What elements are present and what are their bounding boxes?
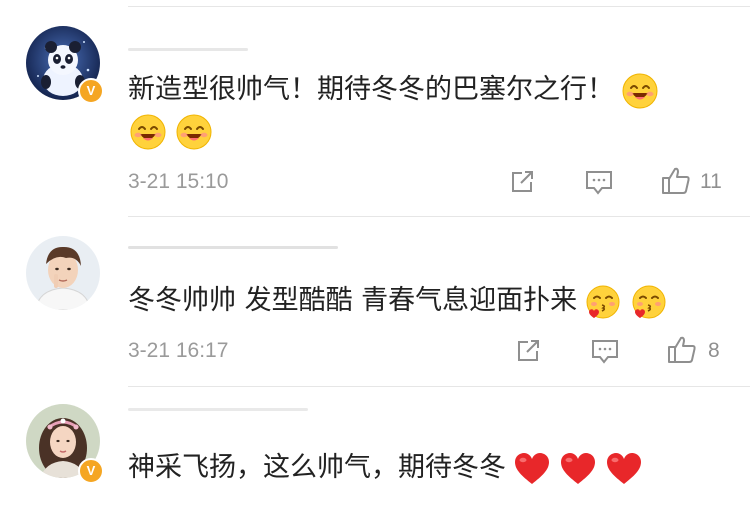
username-blurred[interactable] bbox=[128, 238, 348, 254]
repost-icon[interactable] bbox=[514, 337, 542, 365]
avatar[interactable] bbox=[26, 236, 100, 310]
like-count: 8 bbox=[708, 339, 720, 362]
red-heart-icon bbox=[512, 450, 552, 488]
kiss-heart-icon bbox=[583, 282, 623, 322]
like-icon[interactable] bbox=[666, 334, 698, 366]
comment-text-line: 冬冬帅帅 发型酷酷 青春气息迎面扑来 bbox=[128, 279, 669, 323]
comment-timestamp: 3-21 16:17 bbox=[128, 339, 229, 362]
comment-text-line: 神采飞扬，这么帅气，期待冬冬 bbox=[128, 446, 644, 490]
smile-blush-icon bbox=[174, 112, 214, 152]
comment-icon[interactable] bbox=[584, 168, 614, 196]
comment-text: 冬冬帅帅 发型酷酷 青春气息迎面扑来 bbox=[128, 285, 578, 316]
divider bbox=[128, 386, 750, 387]
smile-blush-icon bbox=[128, 112, 168, 152]
red-heart-icon bbox=[558, 450, 598, 488]
emoji-line bbox=[128, 112, 214, 152]
divider bbox=[128, 216, 750, 217]
comment-feed: V 新造型很帅气！期待冬冬的巴塞尔之行！ 3-21 15:10 11 冬冬帅帅 … bbox=[0, 0, 750, 511]
verified-badge: V bbox=[78, 78, 104, 104]
divider bbox=[128, 6, 750, 7]
comment-timestamp: 3-21 15:10 bbox=[128, 170, 229, 193]
username-blurred[interactable] bbox=[128, 404, 328, 420]
kiss-heart-icon bbox=[629, 282, 669, 322]
username-blurred[interactable] bbox=[128, 42, 268, 58]
comment-text-line: 新造型很帅气！期待冬冬的巴塞尔之行！ bbox=[128, 68, 660, 112]
like-count: 11 bbox=[700, 170, 722, 193]
like-icon[interactable] bbox=[660, 165, 692, 197]
comment-text: 新造型很帅气！期待冬冬的巴塞尔之行！ bbox=[128, 74, 614, 105]
smile-blush-icon bbox=[620, 71, 660, 111]
comment-icon[interactable] bbox=[590, 337, 620, 365]
repost-icon[interactable] bbox=[508, 168, 536, 196]
person-avatar-image bbox=[26, 236, 100, 310]
comment-text: 神采飞扬，这么帅气，期待冬冬 bbox=[128, 452, 506, 483]
red-heart-icon bbox=[604, 450, 644, 488]
verified-badge: V bbox=[78, 458, 104, 484]
